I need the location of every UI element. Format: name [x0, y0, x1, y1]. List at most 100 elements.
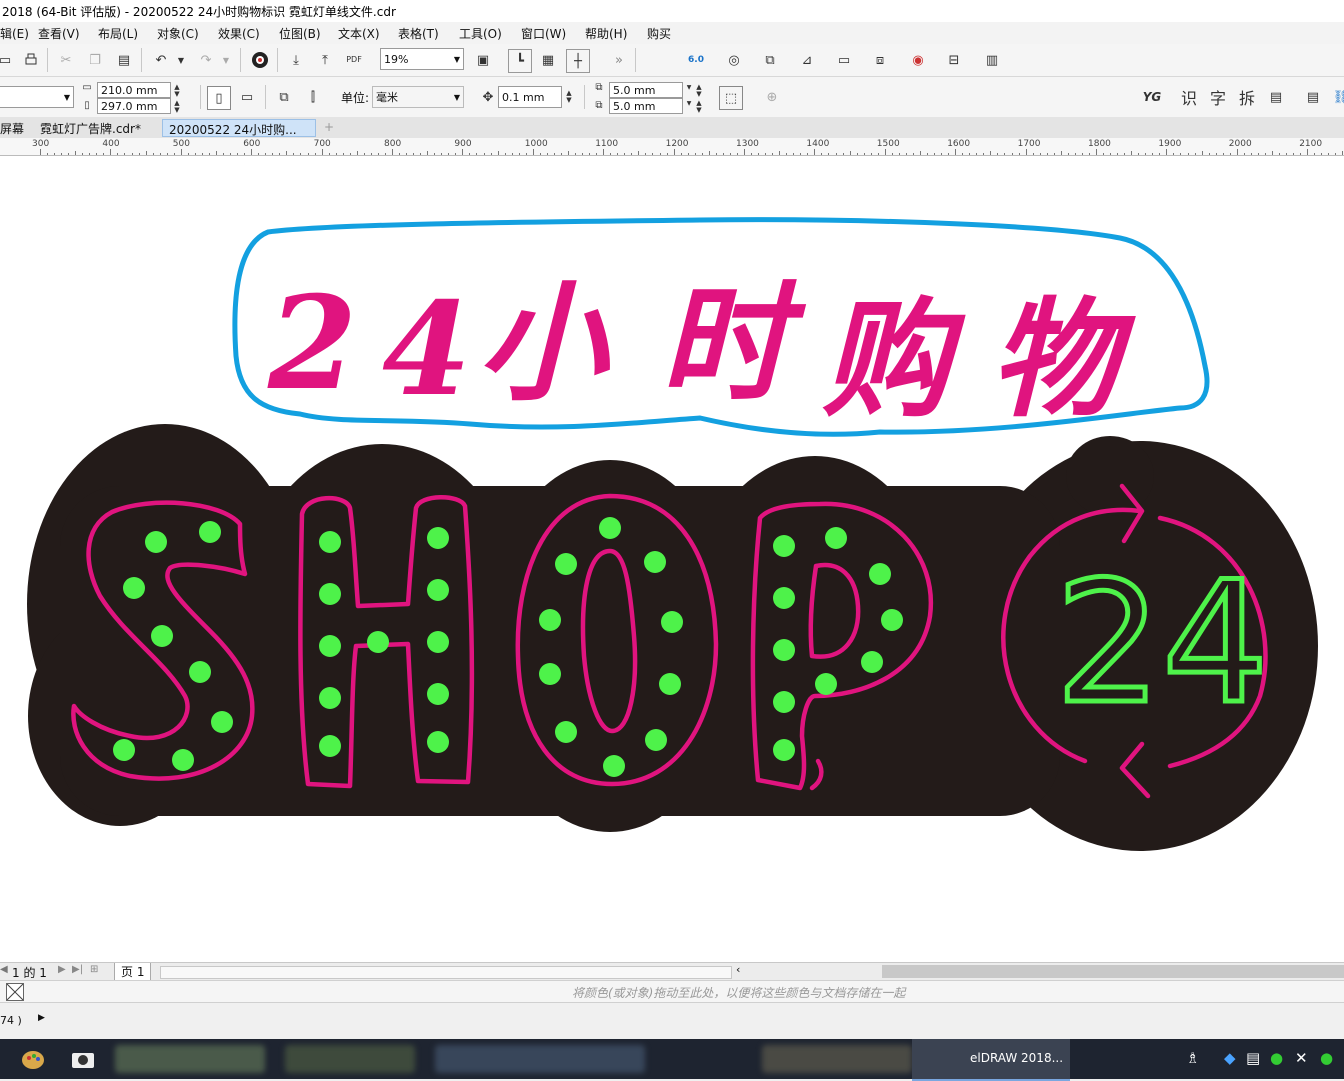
- export-pdf-icon[interactable]: PDF: [343, 48, 365, 70]
- menu-tools[interactable]: 工具(O): [459, 25, 502, 42]
- bulb[interactable]: [815, 673, 837, 695]
- nudge-spinner[interactable]: ▲ ▼: [564, 90, 574, 104]
- tab-screen[interactable]: 屏幕: [0, 119, 30, 137]
- horizontal-ruler[interactable]: 300 400 500 600 700 800 900 1000 1100 1200 1300 140…: [0, 138, 1344, 156]
- menu-edit[interactable]: 辑(E): [0, 25, 29, 42]
- menu-object[interactable]: 对象(C): [157, 25, 199, 42]
- add-tab-icon[interactable]: +: [318, 119, 340, 137]
- redo-icon[interactable]: ↷: [195, 49, 217, 71]
- bulb[interactable]: [172, 749, 194, 771]
- copy-icon[interactable]: ❐: [84, 49, 106, 71]
- bulb[interactable]: [151, 625, 173, 647]
- bulb[interactable]: [319, 635, 341, 657]
- camera-plugin-icon[interactable]: ⧉: [759, 49, 781, 71]
- next-page-icon[interactable]: ▶: [58, 964, 66, 975]
- taskbar-blurred-item[interactable]: [762, 1045, 912, 1073]
- bulb[interactable]: [113, 739, 135, 761]
- cut-plugin-icon[interactable]: 6.0: [685, 49, 707, 71]
- bulb[interactable]: [773, 587, 795, 609]
- unit-select[interactable]: 毫米 ▼: [372, 86, 464, 108]
- page-tab[interactable]: 页 1: [114, 963, 152, 981]
- measure-icon[interactable]: ⊿: [796, 49, 818, 71]
- duplicate-x-input[interactable]: 5.0 mm: [609, 82, 683, 98]
- page-width-input[interactable]: 210.0 mm: [97, 82, 171, 98]
- redo-dropdown-icon[interactable]: ▼: [215, 49, 237, 71]
- mute-icon[interactable]: ✕: [1295, 1049, 1308, 1067]
- treat-as-filled-icon[interactable]: ⬚: [719, 86, 743, 110]
- bulb[interactable]: [319, 687, 341, 709]
- clipboard-plugin-icon[interactable]: ▤: [1265, 86, 1287, 108]
- headline-char[interactable]: 时: [660, 269, 807, 419]
- chevron-down-icon[interactable]: ▼: [64, 93, 70, 102]
- split-plugin-button[interactable]: 拆: [1236, 86, 1258, 108]
- scroll-left-icon[interactable]: ‹: [736, 963, 740, 976]
- no-color-swatch[interactable]: [6, 983, 24, 1001]
- toolbar-overflow-icon[interactable]: »: [608, 49, 630, 71]
- bulb[interactable]: [123, 577, 145, 599]
- bulb[interactable]: [773, 535, 795, 557]
- bulb[interactable]: [427, 579, 449, 601]
- link-plugin-icon[interactable]: ⛓: [1330, 86, 1344, 108]
- menu-effects[interactable]: 效果(C): [218, 25, 260, 42]
- show-guidelines-icon[interactable]: ┼: [566, 49, 590, 73]
- dropbox-icon[interactable]: ◆: [1224, 1049, 1236, 1067]
- people-icon[interactable]: ♗: [1186, 1049, 1199, 1067]
- menu-help[interactable]: 帮助(H): [585, 25, 627, 42]
- undo-icon[interactable]: ↶: [150, 49, 172, 71]
- panel-layout-icon[interactable]: ▥: [981, 49, 1003, 71]
- bulb[interactable]: [319, 583, 341, 605]
- bulb[interactable]: [427, 527, 449, 549]
- bulb[interactable]: [555, 553, 577, 575]
- bulb[interactable]: [881, 609, 903, 631]
- cut-icon[interactable]: ✂: [55, 49, 77, 71]
- portrait-icon[interactable]: ▯: [207, 86, 231, 110]
- taskbar-blurred-item[interactable]: [435, 1045, 645, 1073]
- duplicate-y-spinner[interactable]: ▲ ▼: [694, 100, 704, 114]
- show-grid-icon[interactable]: ▦: [537, 49, 559, 71]
- bulb[interactable]: [661, 611, 683, 633]
- headline-char[interactable]: 购: [822, 285, 966, 435]
- bulb[interactable]: [539, 609, 561, 631]
- menu-layout[interactable]: 布局(L): [98, 25, 138, 42]
- all-pages-icon[interactable]: ⧉: [273, 86, 295, 108]
- bulb[interactable]: [825, 527, 847, 549]
- full-screen-icon[interactable]: ▣: [472, 49, 494, 71]
- bulb[interactable]: [869, 563, 891, 585]
- align-icon[interactable]: ⊟: [943, 49, 965, 71]
- duplicate-y-input[interactable]: 5.0 mm: [609, 98, 683, 114]
- camera-app-icon[interactable]: [70, 1047, 96, 1071]
- duplicate-x-spinner[interactable]: ▲ ▼: [694, 84, 704, 98]
- bulb[interactable]: [599, 517, 621, 539]
- bulb[interactable]: [539, 663, 561, 685]
- wechat-icon[interactable]: ●: [1270, 1049, 1283, 1067]
- bulb[interactable]: [199, 521, 221, 543]
- menu-window[interactable]: 窗口(W): [521, 25, 566, 42]
- menu-buy[interactable]: 购买: [647, 25, 671, 42]
- add-preset-icon[interactable]: ⊕: [761, 86, 783, 108]
- headline-char[interactable]: 小: [478, 269, 611, 419]
- yg-plugin-icon[interactable]: YG: [1141, 86, 1163, 108]
- bulb[interactable]: [211, 711, 233, 733]
- scrollbar-thumb[interactable]: [882, 965, 1344, 978]
- trace-icon[interactable]: ◎: [723, 49, 745, 71]
- bulb[interactable]: [555, 721, 577, 743]
- bulb[interactable]: [145, 531, 167, 553]
- bulb[interactable]: [367, 631, 389, 653]
- chevron-down-icon[interactable]: ▼: [454, 55, 460, 64]
- save-icon[interactable]: ▭: [0, 49, 16, 71]
- lifebuoy-icon[interactable]: ◉: [907, 49, 929, 71]
- bulb[interactable]: [861, 651, 883, 673]
- paste-icon[interactable]: ▤: [113, 49, 135, 71]
- bulb[interactable]: [773, 639, 795, 661]
- recognize-plugin-button[interactable]: 识: [1178, 86, 1200, 108]
- height-spinner[interactable]: ▲ ▼: [172, 100, 182, 114]
- coreldraw-app-icon[interactable]: [20, 1047, 46, 1071]
- bulb[interactable]: [603, 755, 625, 777]
- first-page-icon[interactable]: ◀: [0, 964, 8, 975]
- bulb[interactable]: [427, 631, 449, 653]
- headline-char[interactable]: 4: [382, 275, 471, 425]
- bulb[interactable]: [773, 739, 795, 761]
- landscape-icon[interactable]: ▭: [236, 86, 258, 108]
- tab-neon-billboard[interactable]: 霓虹灯广告牌.cdr*: [34, 119, 147, 137]
- export-icon[interactable]: ⤒: [314, 49, 336, 71]
